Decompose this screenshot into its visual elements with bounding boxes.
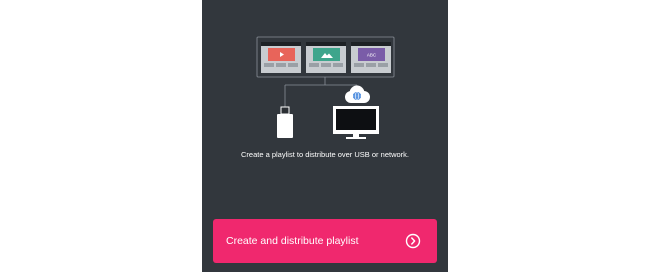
slide-thumbnail-3: ABC (351, 42, 391, 73)
connector-lines (284, 77, 358, 107)
arrow-circle-right-icon (405, 233, 421, 249)
monitor-icon (333, 106, 379, 139)
distribution-illustration: ABC (256, 36, 395, 139)
button-label: Create and distribute playlist (226, 235, 359, 247)
cloud-globe-icon (345, 85, 370, 103)
slide-thumbnail-1 (261, 42, 301, 73)
usb-drive-icon (277, 106, 293, 138)
playlist-caption: Create a playlist to distribute over USB… (241, 150, 409, 159)
playlist-panel: ABC Create a playlist to distribute over… (202, 0, 448, 272)
slide-thumbnail-2 (306, 42, 346, 73)
create-distribute-playlist-button[interactable]: Create and distribute playlist (213, 219, 437, 263)
abc-text-icon: ABC (367, 53, 377, 58)
